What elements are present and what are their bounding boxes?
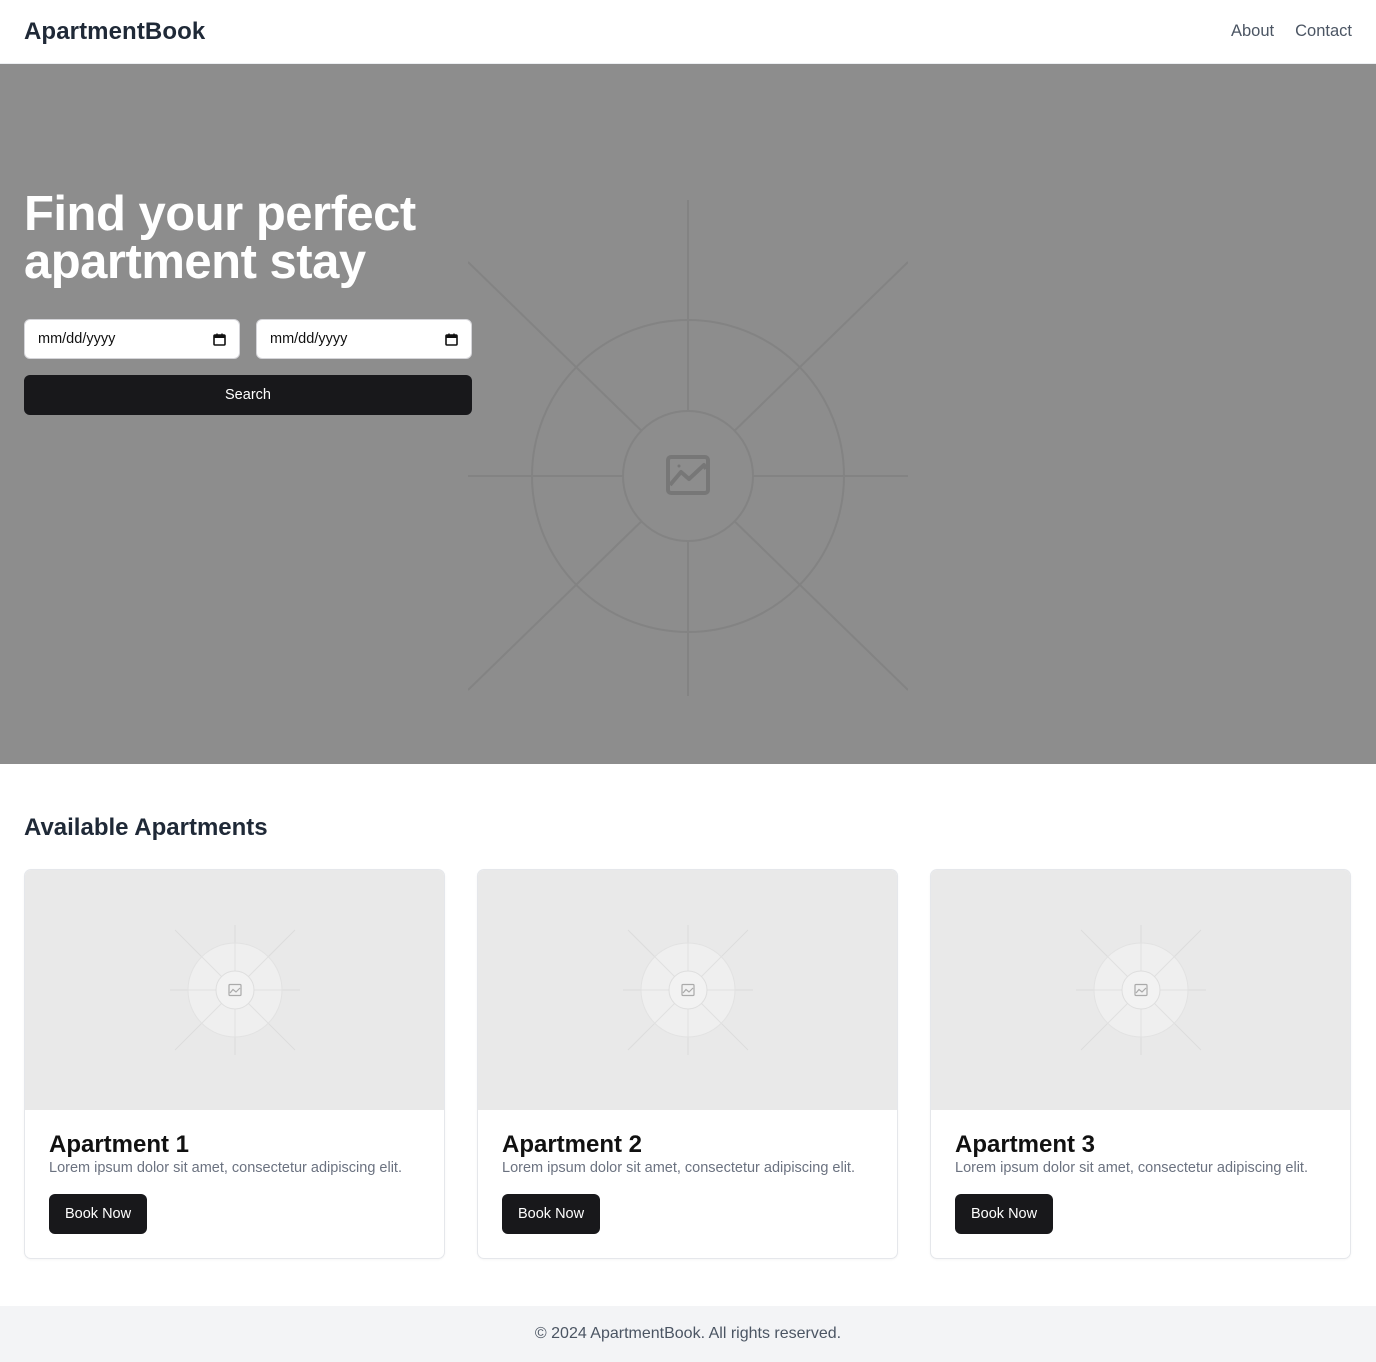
apartment-card-body: Apartment 3 Lorem ipsum dolor sit amet, … [931,1110,1350,1234]
section-title: Available Apartments [24,814,268,841]
checkout-date-input[interactable]: mm/dd/yyyy [256,319,472,359]
search-button[interactable]: Search [24,375,472,415]
checkin-date-input[interactable]: mm/dd/yyyy [24,319,240,359]
book-now-button[interactable]: Book Now [49,1194,148,1234]
apartment-card: Apartment 1 Lorem ipsum dolor sit amet, … [24,869,445,1259]
book-now-button[interactable]: Book Now [955,1194,1054,1234]
apartment-card: Apartment 3 Lorem ipsum dolor sit amet, … [930,869,1351,1259]
hero-title: Find your perfect apartment stay [24,187,416,289]
apartment-card-list: Apartment 1 Lorem ipsum dolor sit amet, … [24,869,1352,1259]
calendar-icon[interactable] [445,333,458,346]
nav-about-link[interactable]: About [1231,22,1274,41]
apartment-description: Lorem ipsum dolor sit amet, consectetur … [955,1160,1308,1176]
date-range-row: mm/dd/yyyy mm/dd/yyyy [24,319,484,359]
hero-content: Find your perfect apartment stay mm/dd/y… [24,190,484,415]
book-now-button[interactable]: Book Now [502,1194,601,1234]
hero-image-placeholder [468,200,908,696]
apartment-card-body: Apartment 1 Lorem ipsum dolor sit amet, … [25,1110,444,1234]
apartment-title: Apartment 1 [49,1131,190,1158]
brand-logo[interactable]: ApartmentBook [24,18,205,46]
site-header: ApartmentBook About Contact [0,0,1376,64]
apartment-title: Apartment 3 [955,1131,1096,1158]
apartment-image-placeholder [25,870,444,1110]
apartment-description: Lorem ipsum dolor sit amet, consectetur … [49,1160,402,1176]
checkout-date-placeholder: mm/dd/yyyy [270,331,348,347]
apartment-image-placeholder [478,870,897,1110]
nav-contact-link[interactable]: Contact [1295,22,1352,41]
site-footer: © 2024 ApartmentBook. All rights reserve… [0,1306,1376,1362]
apartment-title: Apartment 2 [502,1131,643,1158]
apartment-description: Lorem ipsum dolor sit amet, consectetur … [502,1160,855,1176]
hero-section: Find your perfect apartment stay mm/dd/y… [0,64,1376,764]
apartment-card-body: Apartment 2 Lorem ipsum dolor sit amet, … [478,1110,897,1234]
checkin-date-placeholder: mm/dd/yyyy [38,331,116,347]
main-nav: About Contact [1231,22,1352,41]
apartment-image-placeholder [931,870,1350,1110]
listings-section: Available Apartments Apartment 1 Lorem i… [0,764,1376,1259]
footer-copyright: © 2024 ApartmentBook. All rights reserve… [534,1325,842,1342]
calendar-icon[interactable] [213,333,226,346]
apartment-card: Apartment 2 Lorem ipsum dolor sit amet, … [477,869,898,1259]
